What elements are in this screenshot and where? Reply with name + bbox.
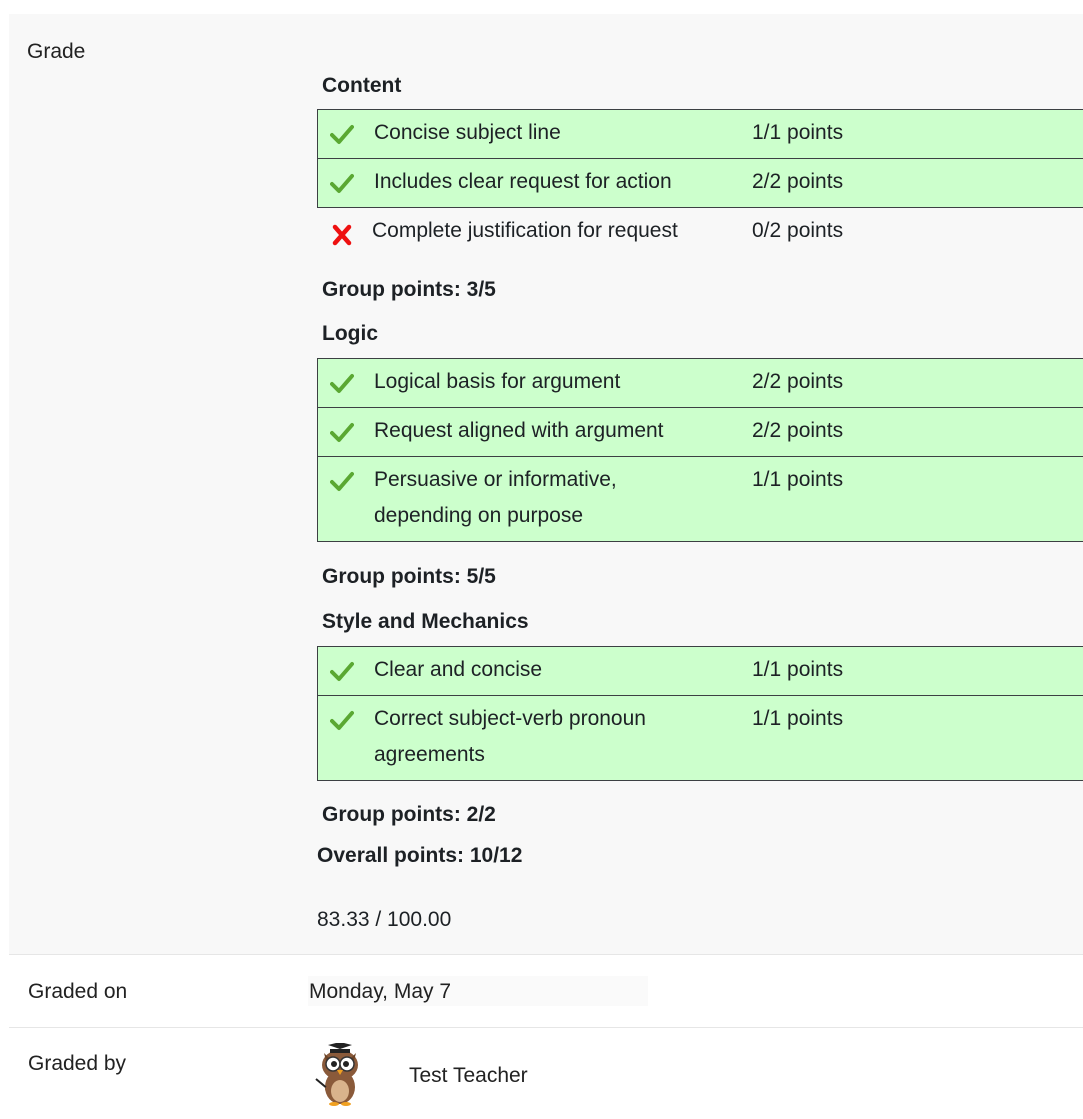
criterion-points: 1/1 points bbox=[752, 468, 844, 491]
criterion-points: 1/1 points bbox=[752, 658, 844, 681]
check-icon bbox=[330, 662, 354, 681]
check-icon bbox=[330, 174, 354, 193]
criterion-row: Complete justification for request 0/2 p… bbox=[317, 207, 1083, 255]
criterion-points: 2/2 points bbox=[752, 419, 844, 442]
grade-panel: Grade Content Concise subject line 1/1 p… bbox=[9, 14, 1083, 954]
check-icon bbox=[330, 423, 354, 442]
criterion-points: 0/2 points bbox=[752, 219, 844, 242]
check-icon bbox=[330, 374, 354, 393]
check-icon bbox=[330, 472, 354, 491]
group-title-style: Style and Mechanics bbox=[322, 610, 529, 633]
check-icon bbox=[330, 125, 354, 144]
group-points: Group points: 3/5 bbox=[322, 278, 496, 301]
criterion-desc: Persuasive or informative, depending on … bbox=[374, 468, 617, 527]
grader-name[interactable]: Test Teacher bbox=[409, 1064, 528, 1088]
criterion-desc: Concise subject line bbox=[374, 121, 561, 144]
criterion-row: Concise subject line 1/1 points bbox=[317, 109, 1083, 159]
criterion-points: 1/1 points bbox=[752, 121, 844, 144]
group-points: Group points: 5/5 bbox=[322, 565, 496, 588]
group-title-logic: Logic bbox=[322, 322, 378, 345]
grade-label: Grade bbox=[27, 40, 86, 63]
criterion-row: Clear and concise 1/1 points bbox=[317, 646, 1083, 696]
graded-by-label: Graded by bbox=[28, 1052, 127, 1075]
overall-points: Overall points: 10/12 bbox=[317, 844, 523, 867]
criterion-points: 2/2 points bbox=[752, 370, 844, 393]
criterion-desc: Includes clear request for action bbox=[374, 170, 672, 193]
divider bbox=[9, 1027, 1083, 1028]
criterion-desc: Logical basis for argument bbox=[374, 370, 621, 393]
divider bbox=[9, 954, 1083, 955]
criterion-desc: Clear and concise bbox=[374, 658, 543, 681]
criterion-row: Persuasive or informative, depending on … bbox=[317, 456, 1083, 542]
group-title-content: Content bbox=[322, 74, 402, 97]
criterion-points: 1/1 points bbox=[752, 707, 844, 730]
criterion-row: Logical basis for argument 2/2 points bbox=[317, 358, 1083, 408]
criterion-desc: Correct subject-verb pronoun agreements bbox=[374, 707, 646, 766]
group-points: Group points: 2/2 bbox=[322, 803, 496, 826]
criterion-row: Correct subject-verb pronoun agreements … bbox=[317, 695, 1083, 781]
criterion-desc: Request aligned with argument bbox=[374, 419, 664, 442]
criterion-row: Includes clear request for action 2/2 po… bbox=[317, 158, 1083, 208]
cross-icon bbox=[332, 224, 352, 246]
check-icon bbox=[330, 711, 354, 730]
graded-on-label: Graded on bbox=[28, 980, 128, 1003]
criterion-points: 2/2 points bbox=[752, 170, 844, 193]
avatar[interactable] bbox=[308, 1043, 372, 1107]
final-grade: 83.33 / 100.00 bbox=[317, 908, 452, 931]
criterion-row: Request aligned with argument 2/2 points bbox=[317, 407, 1083, 457]
criterion-desc: Complete justification for request bbox=[372, 219, 678, 242]
graded-on-value: Monday, May 7 bbox=[309, 980, 452, 1003]
